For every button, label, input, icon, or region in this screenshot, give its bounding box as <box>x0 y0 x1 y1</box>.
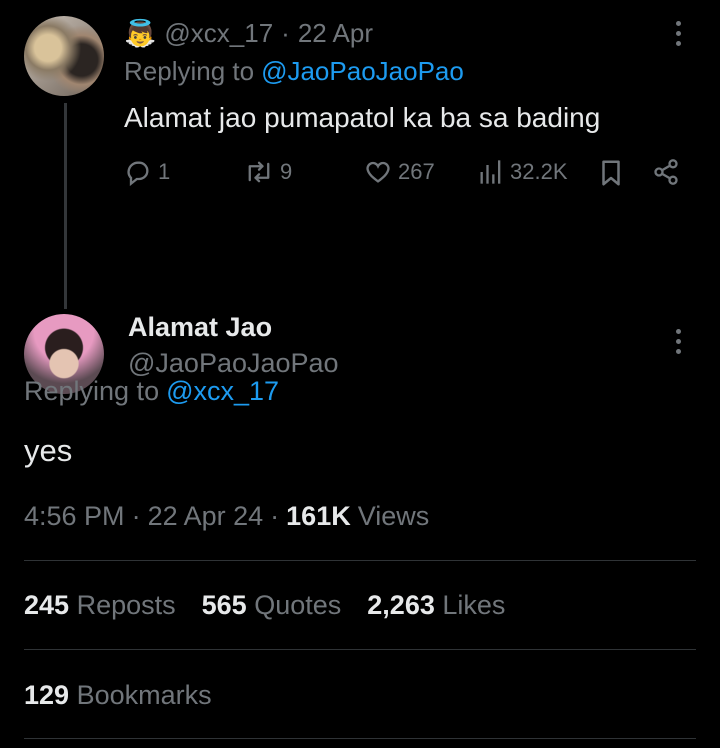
views-label: Views <box>357 501 430 531</box>
divider <box>24 738 696 739</box>
bookmarks-count: 129 <box>24 680 70 710</box>
repost-button[interactable]: 9 <box>244 158 292 186</box>
meta-separator: · <box>131 501 141 531</box>
views-count: 32.2K <box>510 159 568 184</box>
share-icon <box>654 159 678 185</box>
views-count: 161K <box>286 501 351 531</box>
main-tweet-display-name[interactable]: Alamat Jao <box>128 312 272 343</box>
views-chart-icon <box>480 160 501 184</box>
replying-to-handle-link[interactable]: @xcx_17 <box>166 376 279 407</box>
reposts-count: 245 <box>24 590 70 620</box>
engagement-stats-row: 245 Reposts 565 Quotes 2,263 Likes <box>24 590 505 621</box>
bookmarks-stat[interactable]: 129 Bookmarks <box>24 680 212 711</box>
parent-tweet-handle[interactable]: @xcx_17 <box>164 18 273 49</box>
views-button[interactable]: 32.2K <box>478 158 568 186</box>
heart-icon <box>366 161 390 183</box>
angel-emoji-icon: 👼 <box>124 17 157 48</box>
like-count: 267 <box>398 159 435 184</box>
bookmark-button[interactable] <box>598 158 624 188</box>
main-replying-to: Replying to @xcx_17 <box>24 376 279 407</box>
reply-button[interactable]: 1 <box>124 158 170 186</box>
likes-count: 2,263 <box>367 590 435 620</box>
reply-icon <box>127 161 149 186</box>
main-tweet-handle[interactable]: @JaoPaoJaoPao <box>128 348 339 379</box>
main-tweet-more-icon[interactable] <box>676 329 681 354</box>
likes-label: Likes <box>442 590 506 620</box>
reply-count: 1 <box>158 159 171 184</box>
repost-icon <box>248 161 270 183</box>
replying-to-label: Replying to <box>124 56 255 86</box>
parent-tweet-text: Alamat jao pumapatol ka ba sa bading <box>124 102 601 133</box>
quotes-stat[interactable]: 565 Quotes <box>202 590 342 621</box>
parent-replying-to: Replying to @JaoPaoJaoPao <box>124 56 464 87</box>
repost-count: 9 <box>280 159 293 184</box>
replying-to-handle-link[interactable]: @JaoPaoJaoPao <box>261 56 464 87</box>
bookmark-icon <box>602 160 620 186</box>
bookmarks-label: Bookmarks <box>76 680 212 710</box>
tweet-time[interactable]: 4:56 PM <box>24 501 125 532</box>
replying-to-label: Replying to <box>24 376 160 406</box>
quotes-label: Quotes <box>254 590 342 620</box>
meta-separator: · <box>270 501 280 531</box>
header-separator: · <box>281 17 290 48</box>
main-tweet-text: yes <box>24 433 73 468</box>
reposts-stat[interactable]: 245 Reposts <box>24 590 176 621</box>
main-tweet-meta: 4:56 PM · 22 Apr 24 · 161K Views <box>24 501 429 532</box>
parent-tweet-date[interactable]: 22 Apr <box>298 18 373 49</box>
divider <box>24 560 696 561</box>
quotes-count: 565 <box>201 590 247 620</box>
divider <box>24 649 696 650</box>
like-button[interactable]: 267 <box>364 158 435 186</box>
parent-tweet-more-icon[interactable] <box>676 21 681 46</box>
parent-tweet-header: 👼 @xcx_17 · 22 Apr <box>124 16 373 50</box>
share-button[interactable] <box>652 158 680 186</box>
thread-connector-line <box>64 103 67 309</box>
likes-stat[interactable]: 2,263 Likes <box>367 590 505 621</box>
tweet-date[interactable]: 22 Apr 24 <box>148 501 264 532</box>
reposts-label: Reposts <box>76 590 176 620</box>
avatar-xcx-17[interactable] <box>24 16 104 96</box>
